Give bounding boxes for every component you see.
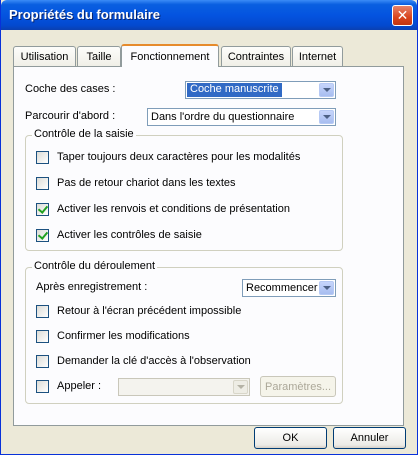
parcourir-select[interactable]: Dans l'ordre du questionnaire: [147, 108, 336, 126]
tab-internet[interactable]: Internet: [292, 46, 343, 66]
ok-button[interactable]: OK: [254, 427, 327, 449]
coche-select[interactable]: Coche manuscrite: [185, 81, 336, 99]
appeler-select[interactable]: [118, 378, 250, 396]
apres-enregistrement-select[interactable]: Recommencer: [242, 279, 336, 297]
chevron-down-icon[interactable]: [319, 110, 334, 124]
tab-taille[interactable]: Taille: [77, 46, 121, 66]
checkbox-deux-caracteres-label: Taper toujours deux caractères pour les …: [57, 151, 301, 163]
close-icon: ✕: [396, 7, 409, 24]
checkbox-controles-saisie[interactable]: [36, 229, 49, 242]
tab-fonctionnement[interactable]: Fonctionnement: [121, 44, 219, 67]
tab-panel-fonctionnement: Coche des cases : Coche manuscrite Parco…: [13, 66, 404, 426]
checkbox-retour-chariot[interactable]: [36, 177, 49, 190]
checkbox-deux-caracteres[interactable]: [36, 151, 49, 164]
checkbox-confirmer-label: Confirmer les modifications: [57, 330, 190, 342]
checkbox-renvois-conditions-label: Activer les renvois et conditions de pré…: [57, 203, 290, 215]
properties-dialog: Propriétés du formulaire ✕ Utilisation T…: [0, 0, 418, 455]
chevron-down-icon[interactable]: [233, 380, 248, 394]
checkbox-cle-acces[interactable]: [36, 355, 49, 368]
group-controle-deroulement: Contrôle du déroulement Après enregistre…: [25, 260, 343, 404]
tab-contraintes[interactable]: Contraintes: [221, 46, 291, 66]
tab-utilisation[interactable]: Utilisation: [13, 46, 76, 66]
parcourir-select-value: Dans l'ordre du questionnaire: [151, 111, 295, 123]
checkbox-renvois-conditions[interactable]: [36, 203, 49, 216]
apres-enregistrement-value: Recommencer: [246, 282, 318, 294]
close-button[interactable]: ✕: [392, 5, 413, 26]
checkbox-appeler[interactable]: [36, 380, 49, 393]
group-controle-saisie-title: Contrôle de la saisie: [32, 128, 136, 140]
cancel-button[interactable]: Annuler: [333, 427, 406, 449]
chevron-down-icon[interactable]: [319, 281, 334, 295]
checkbox-retour-ecran-label: Retour à l'écran précédent impossible: [57, 305, 242, 317]
checkbox-retour-chariot-label: Pas de retour chariot dans les textes: [57, 177, 236, 189]
window-title: Propriétés du formulaire: [9, 7, 160, 22]
group-controle-saisie: Contrôle de la saisie Taper toujours deu…: [25, 128, 343, 251]
coche-select-value: Coche manuscrite: [187, 83, 282, 97]
group-controle-deroulement-title: Contrôle du déroulement: [32, 260, 158, 272]
checkbox-appeler-label: Appeler :: [57, 380, 102, 392]
checkbox-controles-saisie-label: Activer les contrôles de saisie: [57, 229, 202, 241]
chevron-down-icon[interactable]: [319, 83, 334, 97]
title-bar[interactable]: Propriétés du formulaire ✕: [1, 0, 417, 30]
checkbox-retour-ecran[interactable]: [36, 305, 49, 318]
parametres-button[interactable]: Paramètres...: [260, 376, 336, 397]
checkbox-confirmer[interactable]: [36, 330, 49, 343]
checkbox-cle-acces-label: Demander la clé d'accès à l'observation: [57, 355, 251, 367]
apres-enregistrement-label: Après enregistrement :: [36, 281, 148, 293]
coche-label: Coche des cases :: [25, 83, 116, 95]
parcourir-label: Parcourir d'abord :: [25, 110, 116, 122]
